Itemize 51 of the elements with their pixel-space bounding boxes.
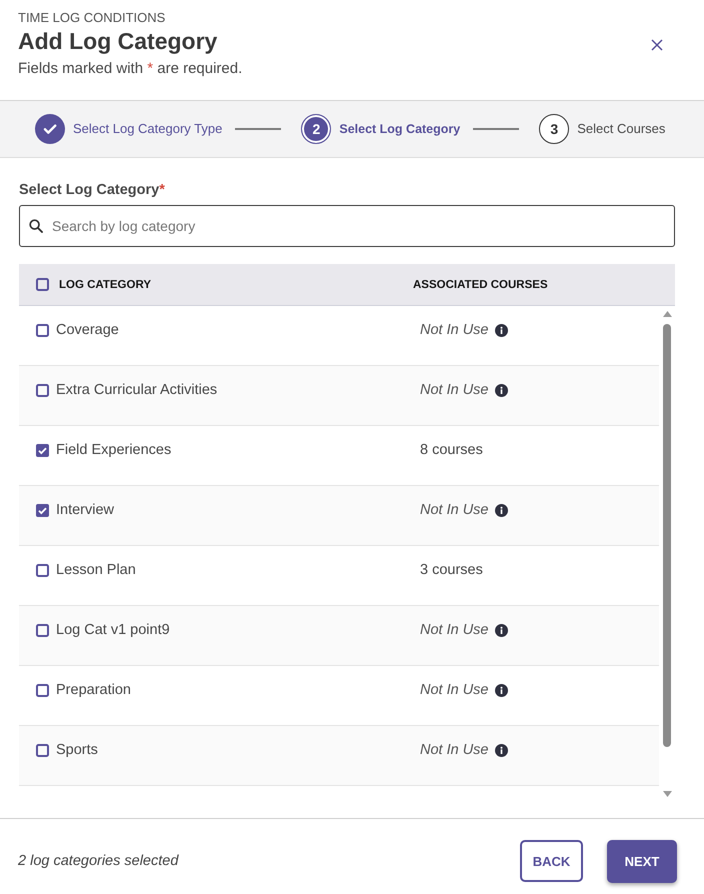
info-icon[interactable] <box>494 324 508 336</box>
category-name: Extra Curricular Activities <box>56 381 218 400</box>
step-number: 2 <box>301 114 332 144</box>
close-icon <box>651 39 663 51</box>
column-header: ASSOCIATED COURSES <box>413 278 548 290</box>
category-name: Lesson Plan <box>56 561 136 580</box>
scrollbar-thumb[interactable] <box>663 324 671 747</box>
next-button[interactable]: NEXT <box>607 840 677 882</box>
info-icon[interactable] <box>494 624 508 636</box>
field-label: Select Log Category* <box>19 181 165 200</box>
checkbox[interactable] <box>36 278 49 291</box>
step-label: Select Log Category Type <box>73 121 222 137</box>
associated-courses: Not In Use <box>420 381 488 400</box>
category-name: Coverage <box>56 321 119 340</box>
category-name: Log Cat v1 point9 <box>56 621 170 640</box>
step-number: 3 <box>539 114 570 144</box>
associated-courses: Not In Use <box>420 741 488 760</box>
category-name: Preparation <box>56 681 131 700</box>
associated-courses: Not In Use <box>420 621 488 640</box>
checkbox[interactable] <box>36 684 49 696</box>
associated-courses: Not In Use <box>420 321 488 340</box>
checkbox[interactable] <box>36 504 49 516</box>
associated-courses: 3 courses <box>420 561 483 580</box>
category-name: Sports <box>56 741 98 760</box>
info-icon[interactable] <box>494 684 508 696</box>
back-button[interactable]: BACK <box>520 840 583 882</box>
associated-courses: 8 courses <box>420 441 483 460</box>
associated-courses: Not In Use <box>420 681 488 700</box>
associated-courses: Not In Use <box>420 501 488 520</box>
checkbox[interactable] <box>36 624 49 636</box>
scroll-down-icon[interactable] <box>662 791 672 797</box>
step-label: Select Log Category <box>339 121 460 137</box>
dialog-eyebrow: TIME LOG CONDITIONS <box>18 10 166 26</box>
column-header: LOG CATEGORY <box>59 278 151 290</box>
category-name: Interview <box>56 501 114 520</box>
category-name: Field Experiences <box>56 441 172 460</box>
checkbox[interactable] <box>36 564 49 576</box>
info-icon[interactable] <box>494 744 508 756</box>
checkbox[interactable] <box>36 324 49 336</box>
checkbox[interactable] <box>36 444 49 456</box>
search-field[interactable]: Search by log category <box>19 205 675 247</box>
checkbox[interactable] <box>36 384 49 396</box>
scroll-up-icon[interactable] <box>662 311 672 317</box>
checkbox[interactable] <box>36 744 49 756</box>
info-icon[interactable] <box>494 384 508 396</box>
search-icon <box>29 219 43 233</box>
required-fields-note: Fields marked with * are required. <box>18 59 242 79</box>
selection-summary: 2 log categories selected <box>18 853 178 869</box>
info-icon[interactable] <box>494 504 508 516</box>
dialog-title: Add Log Category <box>18 27 218 56</box>
step-label: Select Courses <box>577 121 666 137</box>
